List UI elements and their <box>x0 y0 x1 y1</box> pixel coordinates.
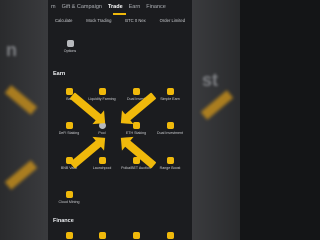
tab-gift-campaign[interactable]: Gift & Campaign <box>62 4 102 10</box>
launchpool-icon <box>98 157 106 164</box>
trade-tools-row: Calculate Mock Trading BTC 0 Nex Order L… <box>48 18 192 23</box>
top-navigation: m Gift & Campaign Trade Earn Finance <box>48 0 192 15</box>
tab-m[interactable]: m <box>51 4 56 10</box>
ghost-arrow-left <box>4 85 38 115</box>
finance-item-1[interactable] <box>53 232 85 240</box>
simple-earn-icon <box>166 88 174 95</box>
earn-section-title: Earn <box>53 71 66 77</box>
finance-icon-3 <box>132 232 140 239</box>
btc-item[interactable]: BTC 0 Nex <box>125 18 145 23</box>
ghost-arrow-right <box>200 90 234 120</box>
tab-trade[interactable]: Trade <box>108 4 123 10</box>
dual-invest-icon <box>132 88 140 95</box>
tab-finance[interactable]: Finance <box>146 4 166 10</box>
order-limited-item[interactable]: Order Limited <box>160 18 185 23</box>
finance-icon-2 <box>98 232 106 239</box>
ghost-text-right: st <box>202 70 219 90</box>
defi-staking-item[interactable]: DeFi Staking <box>53 122 85 135</box>
options-item[interactable]: Options <box>54 40 86 53</box>
ghost-arrow-left-bottom <box>4 160 38 190</box>
cloud-mining-item[interactable]: Cloud Mining <box>53 191 85 204</box>
finance-item-3[interactable] <box>120 232 152 240</box>
ghost-text-left: n <box>6 40 17 60</box>
finance-item-4[interactable] <box>154 232 186 240</box>
blurred-left-panel: n <box>0 0 48 240</box>
eth-icon <box>132 122 140 129</box>
range-boost-icon <box>166 157 174 164</box>
options-label: Options <box>63 49 77 53</box>
dual-investment-item[interactable]: Dual Investment <box>154 122 186 135</box>
liquidity-farming-item[interactable]: Liquidity Farming <box>86 88 118 101</box>
launchpool-item[interactable]: Launchpool <box>86 157 118 170</box>
liquidity-icon <box>98 88 106 95</box>
mock-trading-item[interactable]: Mock Trading <box>86 18 111 23</box>
options-icon <box>66 40 74 47</box>
dual-investment-icon <box>166 122 174 129</box>
simple-earn-item[interactable]: Simple Earn <box>154 88 186 101</box>
tab-earn[interactable]: Earn <box>129 4 141 10</box>
bar-icon <box>65 88 73 95</box>
finance-item-2[interactable] <box>86 232 118 240</box>
calculate-item[interactable]: Calculate <box>55 18 72 23</box>
active-tab-indicator <box>113 13 126 15</box>
phone-screen: m Gift & Campaign Trade Earn Finance Cal… <box>48 0 192 240</box>
defi-icon <box>65 122 73 129</box>
finance-section-title: Finance <box>53 218 74 224</box>
blurred-right-panel: st <box>192 0 240 240</box>
finance-icon <box>65 232 73 239</box>
finance-icon-4 <box>166 232 174 239</box>
cloud-mining-icon <box>65 191 73 198</box>
range-boost-item[interactable]: Range Boost <box>154 157 186 170</box>
